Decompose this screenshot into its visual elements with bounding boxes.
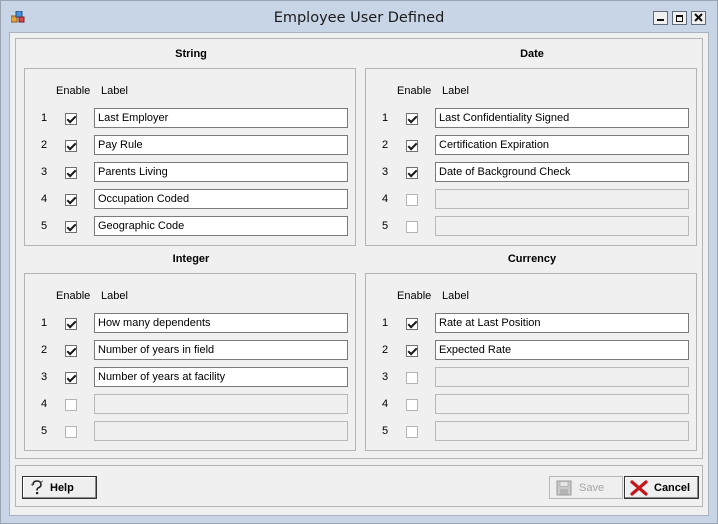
cancel-button-label: Cancel: [654, 482, 691, 494]
row-number: 2: [382, 344, 389, 356]
integer-2-label-field[interactable]: Number of years in field: [94, 340, 348, 360]
row-number: 5: [41, 220, 48, 232]
row-number: 5: [382, 425, 389, 437]
integer-1-label-field[interactable]: How many dependents: [94, 313, 348, 333]
string-1-enable-checkbox[interactable]: [65, 113, 77, 125]
save-button-label: Save: [579, 482, 605, 494]
row-number: 1: [382, 317, 389, 329]
integer-5-enable-checkbox[interactable]: [65, 426, 77, 438]
string-2-enable-checkbox[interactable]: [65, 140, 77, 152]
date-4-enable-checkbox[interactable]: [406, 194, 418, 206]
close-icon: [694, 13, 703, 22]
enable-column-header: Enable: [56, 290, 91, 302]
currency-section-title: Currency: [507, 253, 557, 265]
date-1-label-field[interactable]: Last Confidentiality Signed: [435, 108, 689, 128]
date-1-enable-checkbox[interactable]: [406, 113, 418, 125]
row-number: 1: [382, 112, 389, 124]
integer-4-label-field[interactable]: [94, 394, 348, 414]
currency-2-label-field[interactable]: Expected Rate: [435, 340, 689, 360]
label-column-header: Label: [442, 85, 469, 97]
string-4-enable-checkbox[interactable]: [65, 194, 77, 206]
maximize-button[interactable]: [672, 11, 687, 25]
label-column-header: Label: [442, 290, 469, 302]
string-4-label-field[interactable]: Occupation Coded: [94, 189, 348, 209]
integer-section-title: Integer: [172, 253, 210, 265]
integer-2-enable-checkbox[interactable]: [65, 345, 77, 357]
row-number: 2: [41, 139, 48, 151]
string-1-label-field[interactable]: Last Employer: [94, 108, 348, 128]
button-bar: Help Save Cancel: [15, 465, 703, 507]
date-3-label-field[interactable]: Date of Background Check: [435, 162, 689, 182]
row-number: 5: [41, 425, 48, 437]
row-number: 3: [41, 166, 48, 178]
currency-3-enable-checkbox[interactable]: [406, 372, 418, 384]
row-number: 4: [41, 193, 48, 205]
floppy-disk-icon: [556, 480, 572, 496]
date-5-enable-checkbox[interactable]: [406, 221, 418, 233]
currency-1-label-field[interactable]: Rate at Last Position: [435, 313, 689, 333]
row-number: 5: [382, 220, 389, 232]
date-group: Enable Label 1 Last Confidentiality Sign…: [365, 68, 697, 246]
string-2-label-field[interactable]: Pay Rule: [94, 135, 348, 155]
row-number: 1: [41, 317, 48, 329]
currency-5-enable-checkbox[interactable]: [406, 426, 418, 438]
row-number: 4: [382, 398, 389, 410]
currency-group: Enable Label 1 Rate at Last Position 2 E…: [365, 273, 697, 451]
employee-user-defined-window: Employee User Defined String Date Intege…: [0, 0, 718, 524]
red-x-icon: [630, 480, 648, 496]
cancel-button[interactable]: Cancel: [624, 476, 699, 499]
string-3-enable-checkbox[interactable]: [65, 167, 77, 179]
save-button[interactable]: Save: [549, 476, 623, 499]
close-button[interactable]: [691, 11, 706, 25]
label-column-header: Label: [101, 85, 128, 97]
string-group: Enable Label 1 Last Employer 2 Pay Rule …: [24, 68, 356, 246]
enable-column-header: Enable: [397, 85, 432, 97]
currency-3-label-field[interactable]: [435, 367, 689, 387]
date-4-label-field[interactable]: [435, 189, 689, 209]
row-number: 2: [382, 139, 389, 151]
currency-2-enable-checkbox[interactable]: [406, 345, 418, 357]
enable-column-header: Enable: [397, 290, 432, 302]
row-number: 2: [41, 344, 48, 356]
date-section-title: Date: [520, 48, 544, 60]
help-button-label: Help: [50, 482, 74, 494]
currency-4-enable-checkbox[interactable]: [406, 399, 418, 411]
title-bar: Employee User Defined: [1, 1, 717, 32]
row-number: 3: [41, 371, 48, 383]
currency-1-enable-checkbox[interactable]: [406, 318, 418, 330]
string-5-enable-checkbox[interactable]: [65, 221, 77, 233]
window-title: Employee User Defined: [273, 10, 445, 26]
integer-4-enable-checkbox[interactable]: [65, 399, 77, 411]
row-number: 3: [382, 166, 389, 178]
date-3-enable-checkbox[interactable]: [406, 167, 418, 179]
help-button[interactable]: Help: [22, 476, 97, 499]
row-number: 1: [41, 112, 48, 124]
string-3-label-field[interactable]: Parents Living: [94, 162, 348, 182]
row-number: 4: [41, 398, 48, 410]
minimize-button[interactable]: [653, 11, 668, 25]
row-number: 4: [382, 193, 389, 205]
integer-group: Enable Label 1 How many dependents 2 Num…: [24, 273, 356, 451]
currency-5-label-field[interactable]: [435, 421, 689, 441]
integer-3-enable-checkbox[interactable]: [65, 372, 77, 384]
enable-column-header: Enable: [56, 85, 91, 97]
integer-3-label-field[interactable]: Number of years at facility: [94, 367, 348, 387]
question-icon: [30, 480, 44, 495]
string-section-title: String: [175, 48, 207, 60]
dialog-body: String Date Integer Currency Enable Labe…: [9, 32, 709, 516]
date-2-enable-checkbox[interactable]: [406, 140, 418, 152]
currency-4-label-field[interactable]: [435, 394, 689, 414]
date-5-label-field[interactable]: [435, 216, 689, 236]
string-5-label-field[interactable]: Geographic Code: [94, 216, 348, 236]
date-2-label-field[interactable]: Certification Expiration: [435, 135, 689, 155]
integer-1-enable-checkbox[interactable]: [65, 318, 77, 330]
label-column-header: Label: [101, 290, 128, 302]
row-number: 3: [382, 371, 389, 383]
integer-5-label-field[interactable]: [94, 421, 348, 441]
